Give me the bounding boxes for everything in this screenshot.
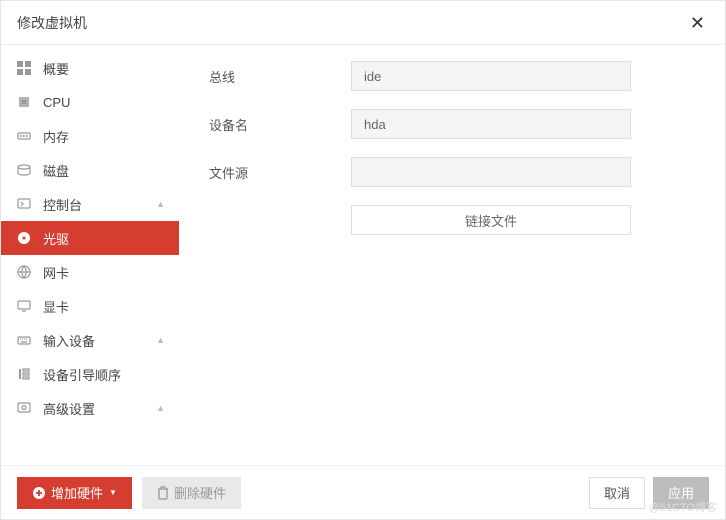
chevron-up-icon: ▲ xyxy=(156,199,165,209)
memory-icon xyxy=(15,128,33,144)
sidebar-item-boot-order[interactable]: 设备引导顺序 xyxy=(1,357,179,391)
sidebar-item-input[interactable]: 输入设备 ▲ xyxy=(1,323,179,357)
sidebar-item-label: 磁盘 xyxy=(43,161,165,180)
cancel-button[interactable]: 取消 xyxy=(589,477,645,509)
add-hardware-button[interactable]: 增加硬件 ▼ xyxy=(17,477,132,509)
dialog-footer: 增加硬件 ▼ 删除硬件 取消 应用 xyxy=(1,465,725,519)
watermark: @51CTO博客 xyxy=(649,499,717,515)
sidebar-item-console[interactable]: 控制台 ▲ xyxy=(1,187,179,221)
sidebar-item-label: 内存 xyxy=(43,127,165,146)
sidebar-item-overview[interactable]: 概要 xyxy=(1,51,179,85)
form-row-bus: 总线 xyxy=(209,61,701,91)
label-device: 设备名 xyxy=(209,115,351,134)
settings-icon xyxy=(15,400,33,416)
chevron-up-icon: ▲ xyxy=(156,335,165,345)
chevron-up-icon: ▲ xyxy=(156,403,165,413)
sidebar-item-advanced[interactable]: 高级设置 ▲ xyxy=(1,391,179,425)
boot-icon xyxy=(15,366,33,382)
sidebar-item-label: 设备引导顺序 xyxy=(43,365,165,384)
sidebar-item-label: 控制台 xyxy=(43,195,153,214)
grid-icon xyxy=(15,60,33,76)
sidebar-item-label: CPU xyxy=(43,95,165,110)
sidebar-item-label: 光驱 xyxy=(43,229,165,248)
sidebar-item-label: 高级设置 xyxy=(43,399,153,418)
dialog-body: 概要 CPU 内存 磁盘 控制台 ▲ xyxy=(1,45,725,467)
graphics-icon xyxy=(15,298,33,314)
console-icon xyxy=(15,196,33,212)
input-device[interactable] xyxy=(351,109,631,139)
form-row-source: 文件源 xyxy=(209,157,701,187)
add-hardware-label: 增加硬件 xyxy=(51,483,103,502)
sidebar-item-label: 概要 xyxy=(43,59,165,78)
input-bus[interactable] xyxy=(351,61,631,91)
dialog-header: 修改虚拟机 ✕ xyxy=(1,1,725,45)
sidebar-item-network[interactable]: 网卡 xyxy=(1,255,179,289)
content-panel: 总线 设备名 文件源 链接文件 xyxy=(179,45,725,467)
disk-icon xyxy=(15,162,33,178)
plus-circle-icon xyxy=(32,486,46,500)
sidebar-item-memory[interactable]: 内存 xyxy=(1,119,179,153)
link-file-button[interactable]: 链接文件 xyxy=(351,205,631,235)
remove-hardware-button[interactable]: 删除硬件 xyxy=(142,477,241,509)
footer-left: 增加硬件 ▼ 删除硬件 xyxy=(17,477,241,509)
sidebar: 概要 CPU 内存 磁盘 控制台 ▲ xyxy=(1,45,179,467)
sidebar-item-label: 显卡 xyxy=(43,297,165,316)
sidebar-item-disk[interactable]: 磁盘 xyxy=(1,153,179,187)
sidebar-item-cdrom[interactable]: 光驱 xyxy=(1,221,179,255)
form-row-device: 设备名 xyxy=(209,109,701,139)
label-bus: 总线 xyxy=(209,67,351,86)
sidebar-item-graphics[interactable]: 显卡 xyxy=(1,289,179,323)
sidebar-item-label: 输入设备 xyxy=(43,331,153,350)
network-icon xyxy=(15,264,33,280)
sidebar-item-label: 网卡 xyxy=(43,263,165,282)
chevron-down-icon: ▼ xyxy=(109,488,117,497)
cpu-icon xyxy=(15,94,33,110)
form-row-link: 链接文件 xyxy=(209,205,701,235)
dialog-title: 修改虚拟机 xyxy=(17,13,87,33)
remove-hardware-label: 删除硬件 xyxy=(174,483,226,502)
label-source: 文件源 xyxy=(209,163,351,182)
input-icon xyxy=(15,332,33,348)
trash-icon xyxy=(157,486,169,500)
cdrom-icon xyxy=(15,230,33,246)
input-source[interactable] xyxy=(351,157,631,187)
sidebar-item-cpu[interactable]: CPU xyxy=(1,85,179,119)
close-icon[interactable]: ✕ xyxy=(686,12,709,34)
